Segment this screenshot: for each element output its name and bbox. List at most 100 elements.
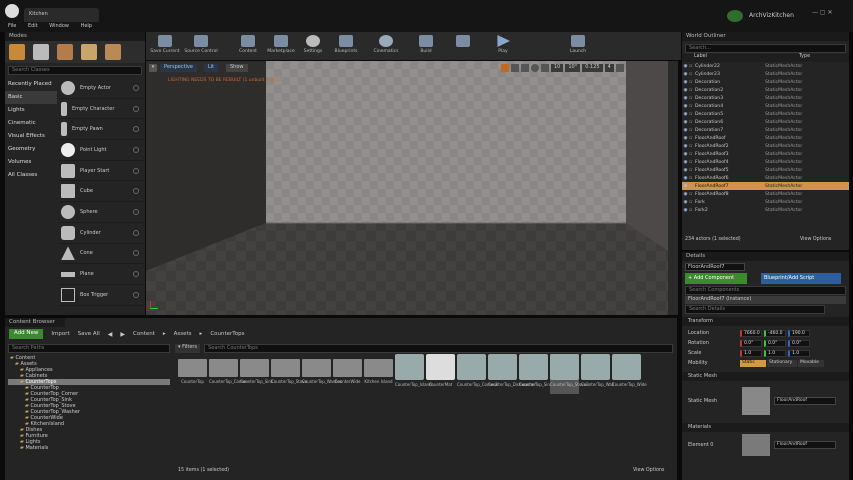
- list-item[interactable]: Sphere: [59, 202, 143, 223]
- blueprint-script-button[interactable]: Blueprint/Add Script: [761, 273, 841, 284]
- category-volumes[interactable]: Volumes: [5, 156, 57, 169]
- asset-tile[interactable]: CounterTop_Dishwasher: [488, 354, 536, 394]
- table-row[interactable]: ◉ ▫ Decoration3 StaticMeshActor: [682, 94, 849, 102]
- list-item[interactable]: Player Start: [59, 161, 143, 182]
- scale-y-field[interactable]: 1.0: [764, 349, 786, 357]
- visibility-eye-icon[interactable]: ◉: [682, 168, 689, 173]
- content-view-options[interactable]: View Options: [633, 468, 664, 473]
- folder-tree-item[interactable]: ▰ Materials: [8, 445, 170, 451]
- visibility-eye-icon[interactable]: ◉: [682, 176, 689, 181]
- folder-tile[interactable]: CounterTop_Corner: [209, 354, 247, 394]
- breadcrumb-assets[interactable]: Assets: [174, 331, 192, 337]
- static-mesh-dropdown[interactable]: FloorAndRoof: [774, 397, 836, 405]
- visibility-eye-icon[interactable]: ◉: [682, 136, 689, 141]
- lit-button[interactable]: Lit: [204, 64, 219, 72]
- asset-tile[interactable]: CounterTop_Wide: [612, 354, 647, 394]
- table-row[interactable]: ◉ ▫ FloorAndRoof7 StaticMeshActor: [682, 182, 849, 190]
- table-row[interactable]: ◉ ▫ Fork StaticMeshActor: [682, 198, 849, 206]
- category-geometry[interactable]: Geometry: [5, 143, 57, 156]
- component-search-input[interactable]: Search Components: [685, 286, 846, 295]
- marketplace-button[interactable]: Marketplace: [264, 34, 298, 60]
- scale-snap-value[interactable]: 0.125: [582, 64, 603, 72]
- static-mesh-thumbnail[interactable]: [742, 387, 770, 415]
- instance-row[interactable]: FloorAndRoof7 (Instance): [685, 296, 846, 304]
- outliner-view-options[interactable]: View Options: [800, 237, 831, 242]
- help-icon[interactable]: [133, 250, 139, 257]
- table-row[interactable]: ◉ ▫ FloorAndRoof2 StaticMeshActor: [682, 142, 849, 150]
- type-column-header[interactable]: Type: [799, 54, 810, 62]
- asset-tile[interactable]: CounterTop_Sink: [519, 354, 552, 394]
- outliner-search-input[interactable]: Search...: [685, 44, 846, 53]
- scale-z-field[interactable]: 1.0: [788, 349, 810, 357]
- rotation-y-field[interactable]: 0.0°: [764, 339, 786, 347]
- table-row[interactable]: ◉ ▫ FloorAndRoof5 StaticMeshActor: [682, 166, 849, 174]
- place-mode-icon[interactable]: [9, 44, 25, 60]
- mobility-stationary-button[interactable]: Stationary: [767, 359, 797, 367]
- grid-snap-value[interactable]: 10: [551, 64, 564, 72]
- asset-search-input[interactable]: Search CounterTops: [204, 344, 673, 353]
- mobility-movable-button[interactable]: Movable: [798, 359, 824, 367]
- rotation-z-field[interactable]: 0.0°: [788, 339, 810, 347]
- list-item[interactable]: Cylinder: [59, 223, 143, 244]
- table-row[interactable]: ◉ ▫ FloorAndRoof8 StaticMeshActor: [682, 190, 849, 198]
- save-button[interactable]: Save Current: [148, 34, 182, 60]
- filters-button[interactable]: ▾ Filters: [175, 344, 201, 353]
- static-mesh-section[interactable]: Static Mesh: [682, 372, 849, 381]
- menu-help[interactable]: Help: [81, 23, 92, 29]
- world-icon[interactable]: [531, 64, 539, 72]
- foliage-mode-icon[interactable]: [81, 44, 97, 60]
- list-item[interactable]: Box Trigger: [59, 285, 143, 306]
- label-column-header[interactable]: Label: [694, 54, 799, 62]
- table-row[interactable]: ◉ ▫ Decoration5 StaticMeshActor: [682, 110, 849, 118]
- category-basic[interactable]: Basic: [5, 91, 57, 104]
- launch-button[interactable]: Launch: [561, 34, 595, 60]
- actor-name-field[interactable]: FloorAndRoof7: [685, 263, 745, 271]
- rotation-x-field[interactable]: 0.0°: [740, 339, 762, 347]
- translate-icon[interactable]: [501, 64, 509, 72]
- window-controls[interactable]: — ▢ ✕: [812, 9, 833, 16]
- import-button[interactable]: Import: [51, 331, 69, 337]
- location-y-field[interactable]: -460.0: [764, 329, 786, 337]
- landscape-mode-icon[interactable]: [57, 44, 73, 60]
- transform-section[interactable]: Transform: [682, 317, 849, 326]
- table-row[interactable]: ◉ ▫ FloorAndRoof3 StaticMeshActor: [682, 150, 849, 158]
- help-icon[interactable]: [133, 126, 139, 133]
- help-icon[interactable]: [133, 291, 139, 298]
- viewport-scrollbar[interactable]: [668, 61, 678, 315]
- help-icon[interactable]: [133, 271, 139, 278]
- show-button[interactable]: Show: [226, 64, 248, 72]
- rotation-snap-value[interactable]: 10°: [565, 64, 581, 72]
- visibility-eye-icon[interactable]: ◉: [682, 184, 689, 189]
- menu-file[interactable]: File: [8, 23, 16, 29]
- material-dropdown[interactable]: FloorAndRoof: [774, 441, 836, 449]
- back-arrow-icon[interactable]: ◀: [108, 331, 113, 338]
- table-row[interactable]: ◉ ▫ FloorAndRoof6 StaticMeshActor: [682, 174, 849, 182]
- settings-button[interactable]: Settings: [296, 34, 330, 60]
- list-item[interactable]: Empty Character: [59, 99, 143, 120]
- folder-tile[interactable]: Kitchen Island: [364, 354, 393, 394]
- world-outliner-tab[interactable]: World Outliner: [682, 32, 849, 41]
- table-row[interactable]: ◉ ▫ FloorAndRoof4 StaticMeshActor: [682, 158, 849, 166]
- breadcrumb-countertops[interactable]: CounterTops: [210, 331, 244, 337]
- table-row[interactable]: ◉ ▫ Decoration7 StaticMeshActor: [682, 126, 849, 134]
- content-button[interactable]: Content: [231, 34, 265, 60]
- play-button[interactable]: Play: [486, 34, 520, 60]
- category-recent[interactable]: Recently Placed: [5, 78, 57, 91]
- scale-x-field[interactable]: 1.0: [740, 349, 762, 357]
- asset-tile[interactable]: CounterTop_Island: [395, 354, 432, 394]
- help-icon[interactable]: [133, 105, 139, 112]
- table-row[interactable]: ◉ ▫ Cylinder23 StaticMeshActor: [682, 70, 849, 78]
- visibility-eye-icon[interactable]: ◉: [682, 152, 689, 157]
- help-icon[interactable]: [133, 188, 139, 195]
- table-row[interactable]: ◉ ▫ Decoration4 StaticMeshActor: [682, 102, 849, 110]
- add-component-button[interactable]: + Add Component: [685, 273, 747, 284]
- list-item[interactable]: Plane: [59, 264, 143, 285]
- asset-tile[interactable]: CounterTop_Wall: [581, 354, 614, 394]
- visibility-eye-icon[interactable]: ◉: [682, 200, 689, 205]
- list-item[interactable]: Cube: [59, 181, 143, 203]
- visibility-eye-icon[interactable]: ◉: [682, 96, 689, 101]
- category-cinematic[interactable]: Cinematic: [5, 117, 57, 130]
- visibility-eye-icon[interactable]: ◉: [682, 80, 689, 85]
- visibility-eye-icon[interactable]: ◉: [682, 64, 689, 69]
- forward-arrow-icon[interactable]: ▶: [120, 331, 125, 338]
